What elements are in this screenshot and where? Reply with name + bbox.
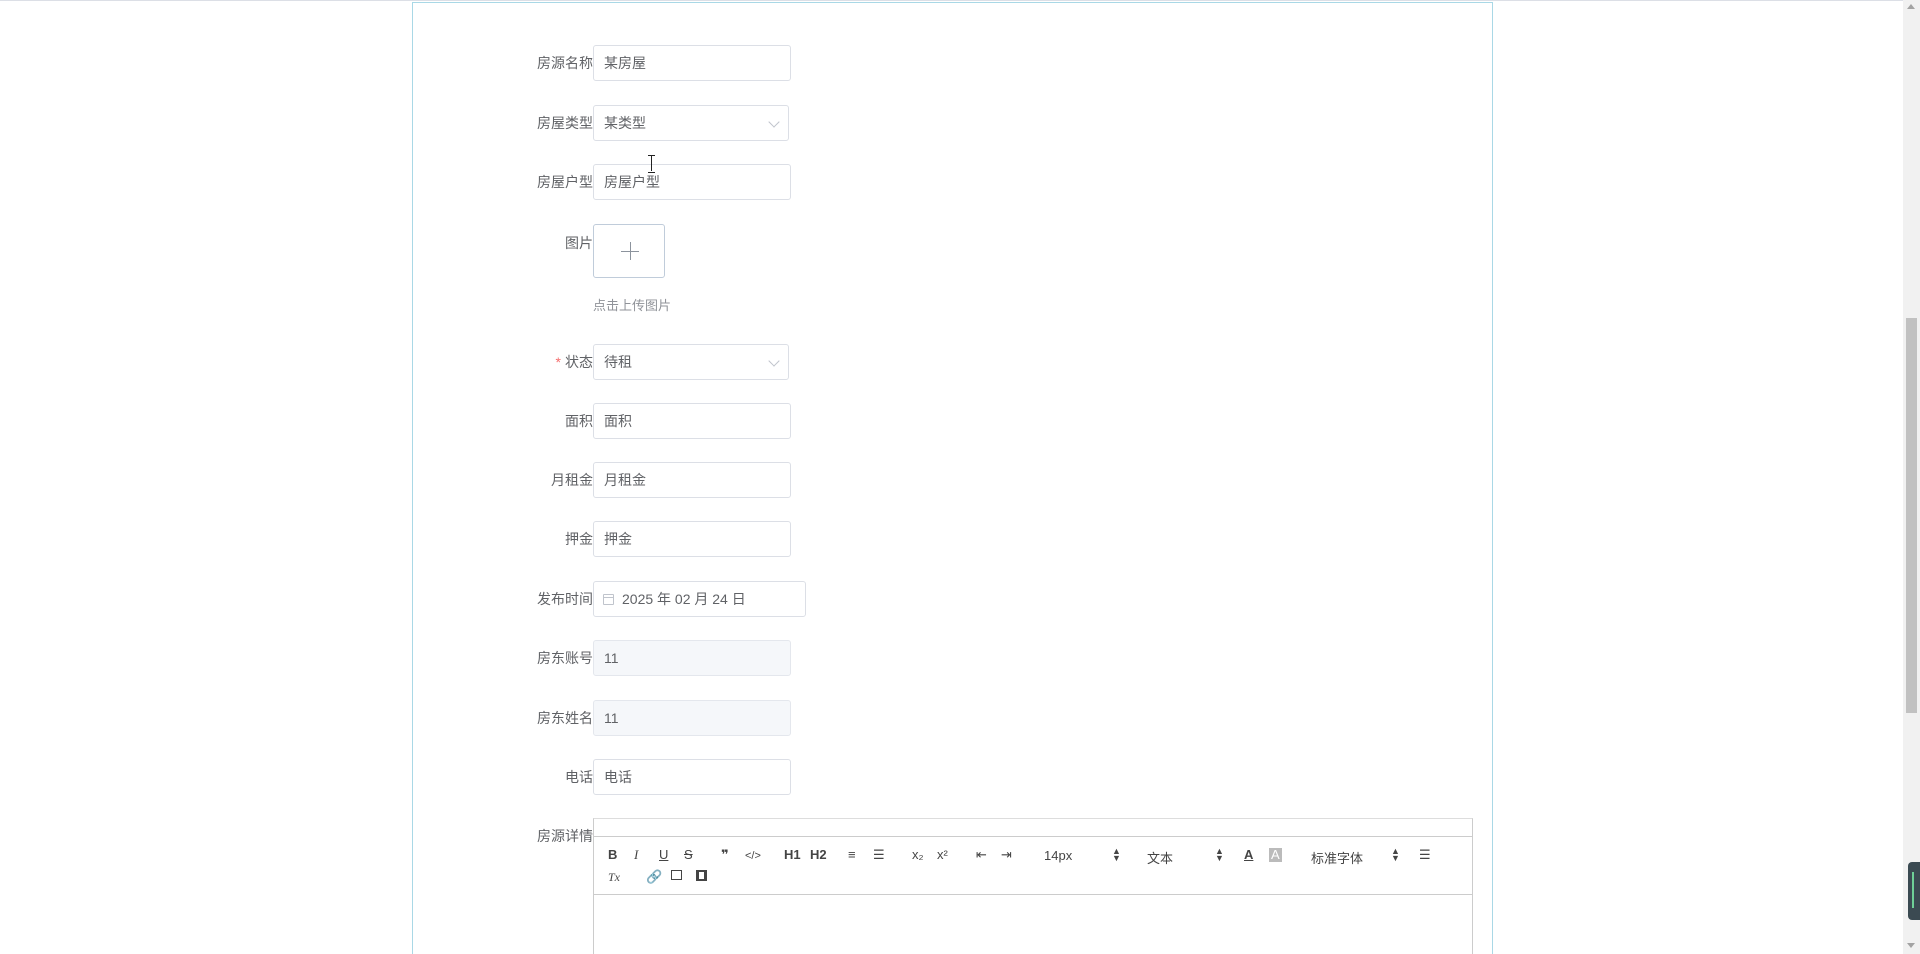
field-label-type: 房屋类型 xyxy=(537,115,593,131)
code-button[interactable]: </> xyxy=(745,849,761,863)
house-form-card: 房源名称 某房屋 房屋类型 某类型 房屋户型 房屋户型 图片 点击上传图片 * … xyxy=(412,2,1493,954)
page: 房源名称 某房屋 房屋类型 某类型 房屋户型 房屋户型 图片 点击上传图片 * … xyxy=(0,0,1920,954)
font-family-select-value: 标准字体 xyxy=(1311,851,1364,866)
chevron-down-icon xyxy=(768,355,780,367)
field-label-landlord-name: 房东姓名 xyxy=(537,710,593,726)
indent-button[interactable]: ⇥ xyxy=(1001,848,1012,862)
publish-date-value: 2025 年 02 月 24 日 xyxy=(622,591,746,607)
clean-format-button[interactable]: Tx xyxy=(608,870,620,884)
chevron-down-icon xyxy=(768,116,780,128)
editor-top-strip xyxy=(594,819,1472,837)
top-divider xyxy=(0,0,1903,1)
phone-input[interactable]: 电话 xyxy=(593,759,791,795)
align-button[interactable]: ☰ xyxy=(1419,848,1431,862)
font-color-button[interactable]: A xyxy=(1244,848,1253,862)
landlord-name-input: 11 xyxy=(593,700,791,736)
text-cursor-icon xyxy=(648,155,655,173)
type-select-value: 某类型 xyxy=(604,115,646,131)
select-updown-icon: ▲ ▼ xyxy=(1112,846,1121,863)
editor-toolbar: B I U S ❞ </> H1 H2 ≡ ☰ x₂ x² ⇤ ⇥ 14px ▲… xyxy=(594,837,1472,895)
area-input[interactable]: 面积 xyxy=(593,403,791,439)
calendar-icon xyxy=(603,594,614,605)
field-label-name: 房源名称 xyxy=(537,55,593,71)
header-select-value: 文本 xyxy=(1147,851,1174,866)
upload-tip: 点击上传图片 xyxy=(593,298,672,313)
rich-text-editor: B I U S ❞ </> H1 H2 ≡ ☰ x₂ x² ⇤ ⇥ 14px ▲… xyxy=(593,818,1473,954)
side-widget-tab[interactable] xyxy=(1908,862,1920,920)
publish-date-picker[interactable]: 2025 年 02 月 24 日 xyxy=(593,581,806,617)
layout-input[interactable]: 房屋户型 xyxy=(593,164,791,200)
field-label-image: 图片 xyxy=(565,235,593,251)
font-family-select[interactable]: 标准字体 ▲ ▼ xyxy=(1311,846,1401,867)
outdent-button[interactable]: ⇤ xyxy=(976,848,987,862)
field-label-landlord-account: 房东账号 xyxy=(537,650,593,666)
field-label-deposit: 押金 xyxy=(565,531,593,547)
field-label-rent: 月租金 xyxy=(551,472,593,488)
image-upload-button[interactable] xyxy=(593,224,665,278)
name-input[interactable]: 某房屋 xyxy=(593,45,791,81)
header-select[interactable]: 文本 ▲ ▼ xyxy=(1147,846,1225,867)
bullet-list-button[interactable]: ☰ xyxy=(873,848,885,862)
field-label-area: 面积 xyxy=(565,413,593,429)
status-select[interactable]: 待租 xyxy=(593,344,789,380)
background-color-button[interactable]: A xyxy=(1269,848,1282,862)
underline-button[interactable]: U xyxy=(659,848,668,862)
bold-button[interactable]: B xyxy=(608,848,617,862)
field-label-layout: 房屋户型 xyxy=(537,174,593,190)
font-size-select-value: 14px xyxy=(1044,848,1073,863)
ordered-list-button[interactable]: ≡ xyxy=(848,848,856,862)
deposit-input[interactable]: 押金 xyxy=(593,521,791,557)
scroll-up-icon[interactable] xyxy=(1907,4,1915,9)
video-icon[interactable] xyxy=(696,870,707,881)
field-label-phone: 电话 xyxy=(565,769,593,785)
field-label-status: * 状态 xyxy=(473,353,593,371)
scroll-thumb[interactable] xyxy=(1906,318,1917,713)
strike-button[interactable]: S xyxy=(684,848,693,862)
image-icon[interactable] xyxy=(671,870,682,880)
link-icon[interactable]: 🔗 xyxy=(646,870,662,884)
select-updown-icon: ▲ ▼ xyxy=(1391,846,1400,863)
h2-button[interactable]: H2 xyxy=(810,848,827,862)
superscript-button[interactable]: x² xyxy=(937,848,948,862)
italic-button[interactable]: I xyxy=(634,848,638,862)
field-label-publish-time: 发布时间 xyxy=(537,591,593,607)
subscript-button[interactable]: x₂ xyxy=(912,848,924,862)
status-label-text: 状态 xyxy=(565,354,593,370)
select-updown-icon: ▲ ▼ xyxy=(1215,846,1224,863)
required-mark: * xyxy=(555,354,561,370)
type-select[interactable]: 某类型 xyxy=(593,105,789,141)
plus-icon-vertical xyxy=(630,242,631,260)
field-label-details: 房源详情 xyxy=(537,828,593,844)
vertical-scrollbar[interactable] xyxy=(1903,0,1920,954)
rent-input[interactable]: 月租金 xyxy=(593,462,791,498)
status-select-value: 待租 xyxy=(604,354,632,370)
h1-button[interactable]: H1 xyxy=(784,848,801,862)
scroll-down-icon[interactable] xyxy=(1907,943,1915,948)
font-size-select[interactable]: 14px ▲ ▼ xyxy=(1044,846,1122,864)
landlord-account-input: 11 xyxy=(593,640,791,676)
editor-content-area[interactable] xyxy=(594,895,1472,954)
blockquote-button[interactable]: ❞ xyxy=(721,848,729,862)
